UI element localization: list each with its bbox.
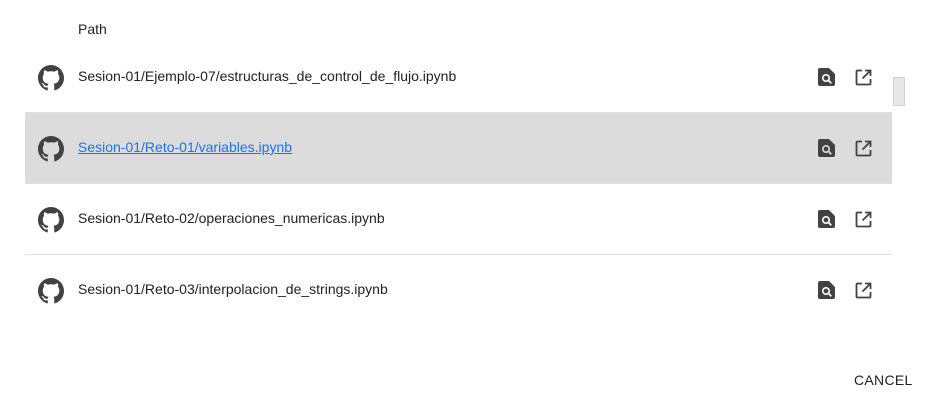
preview-icon[interactable]: [818, 139, 835, 157]
preview-icon[interactable]: [818, 68, 835, 86]
github-notebook-dialog: Path Sesion-01/Ejemplo-07/estructuras_de…: [0, 0, 928, 407]
column-header-path: Path: [78, 21, 107, 37]
scrollbar-thumb[interactable]: [893, 77, 905, 106]
notebook-path[interactable]: Sesion-01/Reto-02/operaciones_numericas.…: [78, 210, 385, 226]
open-in-new-tab-icon[interactable]: [855, 140, 872, 157]
table-row-selected[interactable]: Sesion-01/Reto-01/variables.ipynb: [25, 113, 892, 184]
table-row[interactable]: Sesion-01/Reto-03/interpolacion_de_strin…: [25, 255, 892, 325]
table-row[interactable]: Sesion-01/Reto-02/operaciones_numericas.…: [25, 184, 892, 255]
notebook-path[interactable]: Sesion-01/Ejemplo-07/estructuras_de_cont…: [78, 68, 456, 84]
open-in-new-tab-icon[interactable]: [855, 282, 872, 299]
table-row[interactable]: Sesion-01/Ejemplo-07/estructuras_de_cont…: [25, 42, 892, 113]
github-icon: [38, 65, 64, 91]
open-in-new-tab-icon[interactable]: [855, 69, 872, 86]
preview-icon[interactable]: [818, 210, 835, 228]
preview-icon[interactable]: [818, 281, 835, 299]
notebook-path[interactable]: Sesion-01/Reto-03/interpolacion_de_strin…: [78, 281, 388, 297]
github-icon: [38, 136, 64, 162]
notebook-list: Sesion-01/Ejemplo-07/estructuras_de_cont…: [25, 42, 892, 325]
open-in-new-tab-icon[interactable]: [855, 211, 872, 228]
github-icon: [38, 278, 64, 304]
github-icon: [38, 207, 64, 233]
cancel-button[interactable]: CANCEL: [842, 366, 925, 394]
notebook-path-link[interactable]: Sesion-01/Reto-01/variables.ipynb: [78, 139, 292, 155]
